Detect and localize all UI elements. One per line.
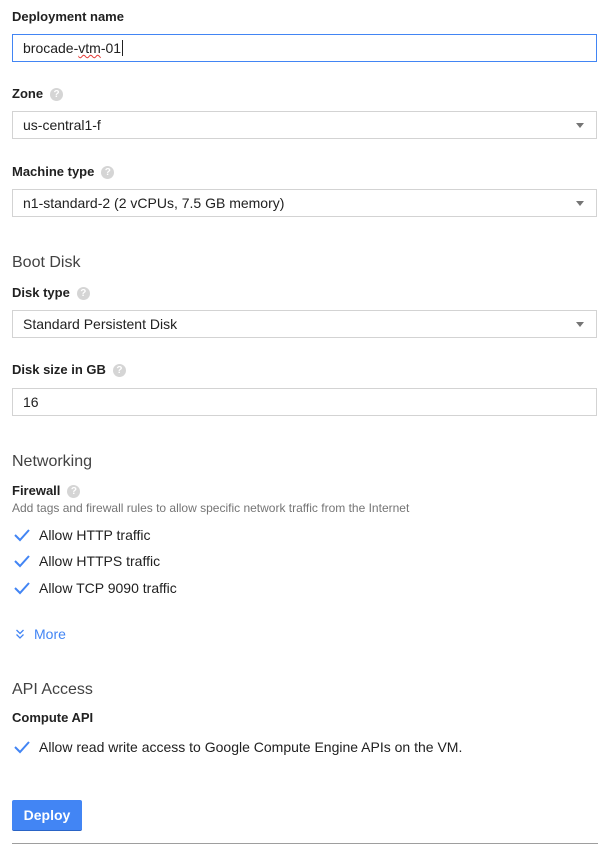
disk-size-label-text: Disk size in GB (12, 362, 106, 377)
deploy-button[interactable]: Deploy (12, 800, 82, 831)
firewall-label-text: Firewall (12, 483, 61, 498)
machine-type-label: Machine type? (12, 164, 115, 180)
deployment-name-input[interactable]: brocade-vtm-01 (12, 34, 597, 62)
allow-tcp-9090-label: Allow TCP 9090 traffic (39, 580, 177, 596)
boot-disk-title: Boot Disk (12, 254, 81, 271)
networking-title: Networking (12, 453, 93, 470)
deployment-name-value-misspelled: vtm (78, 40, 101, 56)
more-label: More (34, 626, 66, 642)
compute-api-label: Compute API (12, 710, 94, 725)
disk-size-value: 16 (23, 394, 39, 410)
chevron-down-icon (576, 123, 584, 128)
more-link[interactable]: More (14, 626, 66, 642)
checkmark-icon (14, 741, 30, 754)
checkmark-icon (14, 529, 30, 542)
allow-compute-api-checkbox[interactable]: Allow read write access to Google Comput… (14, 737, 462, 757)
firewall-hint: Add tags and firewall rules to allow spe… (12, 501, 410, 515)
checkmark-icon (14, 555, 30, 568)
disk-size-label: Disk size in GB? (12, 362, 126, 378)
double-chevron-down-icon (16, 629, 24, 639)
zone-select[interactable]: us-central1-f (12, 111, 597, 139)
disk-type-label: Disk type? (12, 285, 90, 301)
allow-http-label: Allow HTTP traffic (39, 527, 151, 543)
allow-https-checkbox[interactable]: Allow HTTPS traffic (14, 551, 160, 571)
disk-type-select[interactable]: Standard Persistent Disk (12, 310, 597, 338)
chevron-down-icon (576, 322, 584, 327)
help-icon[interactable]: ? (101, 166, 115, 180)
machine-type-select[interactable]: n1-standard-2 (2 vCPUs, 7.5 GB memory) (12, 189, 597, 217)
deployment-name-label: Deployment name (12, 9, 124, 24)
allow-tcp-9090-checkbox[interactable]: Allow TCP 9090 traffic (14, 578, 177, 598)
deployment-name-value-prefix: brocade- (23, 40, 79, 56)
disk-type-value: Standard Persistent Disk (23, 316, 178, 332)
machine-type-value: n1-standard-2 (2 vCPUs, 7.5 GB memory) (23, 195, 285, 211)
zone-label-text: Zone (12, 86, 44, 101)
help-icon[interactable]: ? (76, 287, 90, 301)
help-icon[interactable]: ? (112, 364, 126, 378)
bottom-divider (12, 843, 598, 844)
allow-http-checkbox[interactable]: Allow HTTP traffic (14, 525, 151, 545)
help-icon[interactable]: ? (50, 88, 64, 102)
help-icon[interactable]: ? (67, 485, 81, 499)
disk-size-input[interactable]: 16 (12, 388, 597, 416)
zone-label: Zone? (12, 86, 64, 102)
allow-compute-api-label: Allow read write access to Google Comput… (39, 739, 463, 755)
zone-value: us-central1-f (23, 117, 101, 133)
chevron-down-icon (576, 201, 584, 206)
deployment-name-value-suffix: -01 (100, 40, 122, 56)
allow-https-label: Allow HTTPS traffic (39, 553, 161, 569)
api-access-title: API Access (12, 681, 93, 698)
machine-type-label-text: Machine type (12, 164, 95, 179)
firewall-label: Firewall? (12, 483, 81, 499)
disk-type-label-text: Disk type (12, 285, 70, 300)
checkmark-icon (14, 582, 30, 595)
text-cursor (122, 40, 124, 56)
